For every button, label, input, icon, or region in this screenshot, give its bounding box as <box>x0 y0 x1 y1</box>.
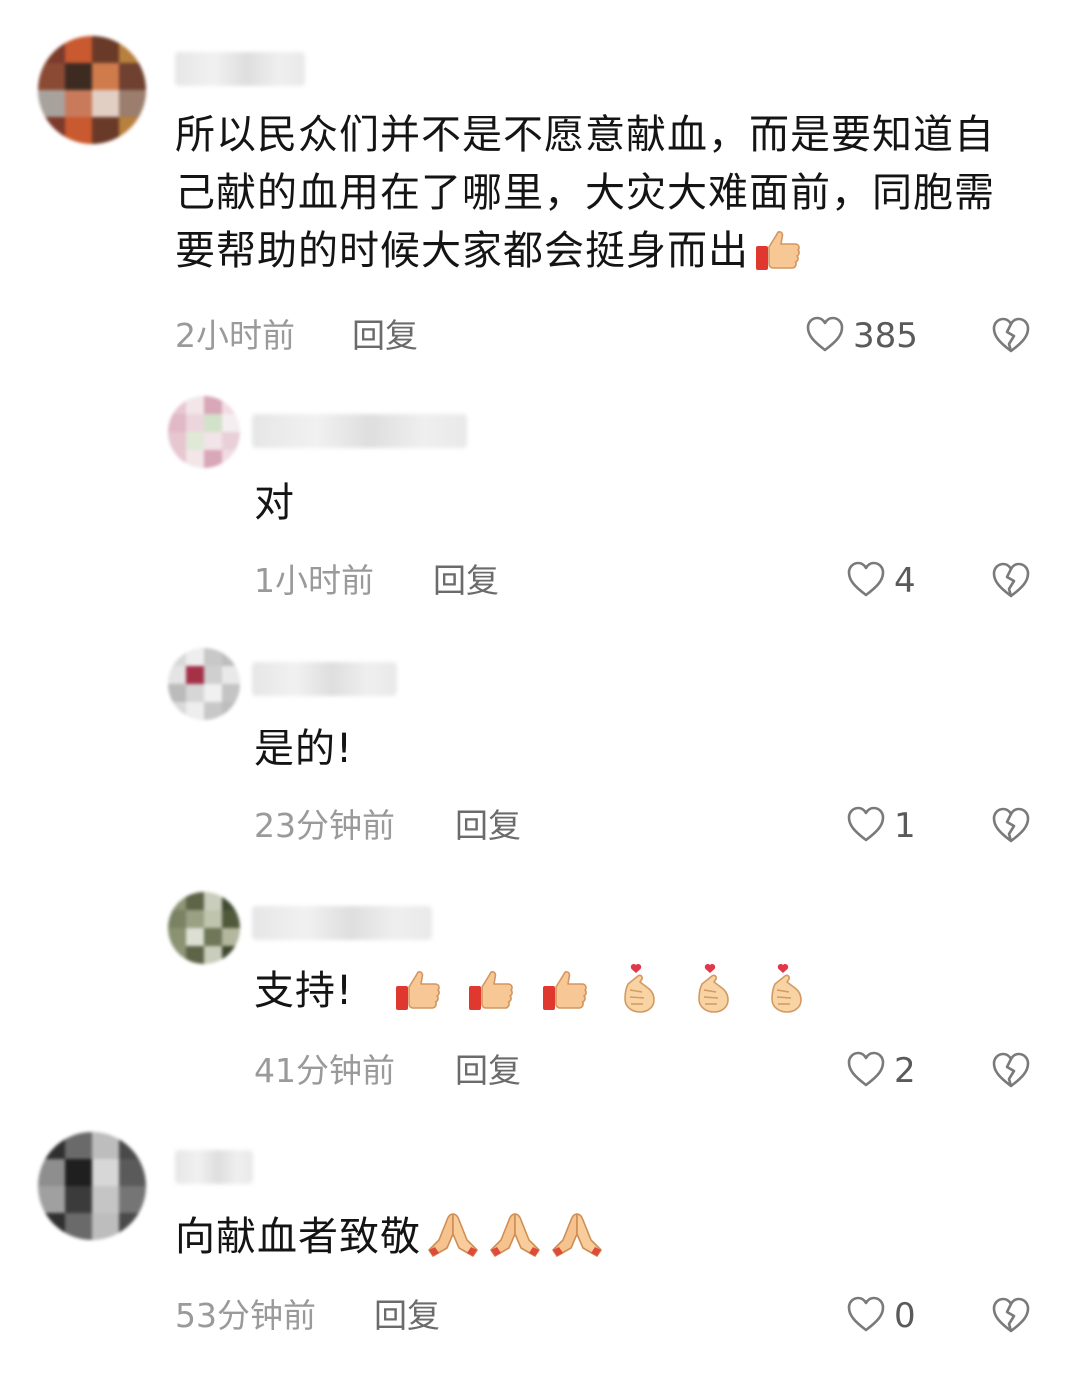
heart-icon <box>805 315 845 357</box>
reply-button[interactable]: 回复 <box>455 1049 521 1093</box>
avatar[interactable] <box>168 396 240 468</box>
reply-button[interactable]: 回复 <box>374 1294 440 1338</box>
folded-hands-icon <box>425 1210 481 1276</box>
like-button[interactable]: 2 <box>846 1049 916 1093</box>
comment-time: 53分钟前 <box>175 1296 316 1335</box>
like-button[interactable]: 0 <box>846 1294 916 1338</box>
reply-button[interactable]: 回复 <box>433 559 499 603</box>
dislike-icon[interactable] <box>991 316 1031 356</box>
finger-heart-icon <box>618 962 662 1030</box>
username[interactable] <box>252 662 397 696</box>
heart-icon <box>846 560 886 602</box>
comment-time: 41分钟前 <box>254 1051 395 1090</box>
comment-text: 所以民众们并不是不愿意献血，而是要知道自 己献的血用在了哪里，大灾大难面前，同胞… <box>175 106 1045 290</box>
comment-text: 是的! <box>254 726 354 772</box>
username[interactable] <box>252 414 467 448</box>
like-count: 0 <box>894 1296 916 1336</box>
reply-button[interactable]: 回复 <box>352 314 418 358</box>
dislike-icon[interactable] <box>991 1296 1031 1336</box>
like-button[interactable]: 385 <box>805 314 918 358</box>
comment-time: 1小时前 <box>254 561 374 600</box>
comment-time: 23分钟前 <box>254 806 395 845</box>
folded-hands-icon <box>549 1210 605 1276</box>
comment-text: 向献血者致敬 <box>175 1208 605 1276</box>
folded-hands-icon <box>487 1210 543 1276</box>
dislike-icon[interactable] <box>991 1051 1031 1091</box>
comment-time: 2小时前 <box>175 316 295 355</box>
thumbs-up-icon <box>753 226 803 290</box>
avatar[interactable] <box>168 892 240 964</box>
comment-text: 支持! <box>254 962 809 1030</box>
username[interactable] <box>175 52 305 86</box>
comment-text: 对 <box>254 480 295 526</box>
dislike-icon[interactable] <box>991 561 1031 601</box>
username[interactable] <box>175 1150 253 1184</box>
like-count: 2 <box>894 1051 916 1091</box>
avatar[interactable] <box>38 36 146 144</box>
like-button[interactable]: 1 <box>846 804 916 848</box>
heart-icon <box>846 805 886 847</box>
thumbs-up-icon <box>466 966 516 1030</box>
like-count: 385 <box>853 316 918 356</box>
like-button[interactable]: 4 <box>846 559 916 603</box>
dislike-icon[interactable] <box>991 806 1031 846</box>
reply-button[interactable]: 回复 <box>455 804 521 848</box>
username[interactable] <box>252 906 432 940</box>
heart-icon <box>846 1295 886 1337</box>
like-count: 1 <box>894 806 916 846</box>
thumbs-up-icon <box>393 966 443 1030</box>
avatar[interactable] <box>38 1132 146 1240</box>
heart-icon <box>846 1050 886 1092</box>
like-count: 4 <box>894 561 916 601</box>
finger-heart-icon <box>765 962 809 1030</box>
avatar[interactable] <box>168 648 240 720</box>
finger-heart-icon <box>692 962 736 1030</box>
thumbs-up-icon <box>540 966 590 1030</box>
